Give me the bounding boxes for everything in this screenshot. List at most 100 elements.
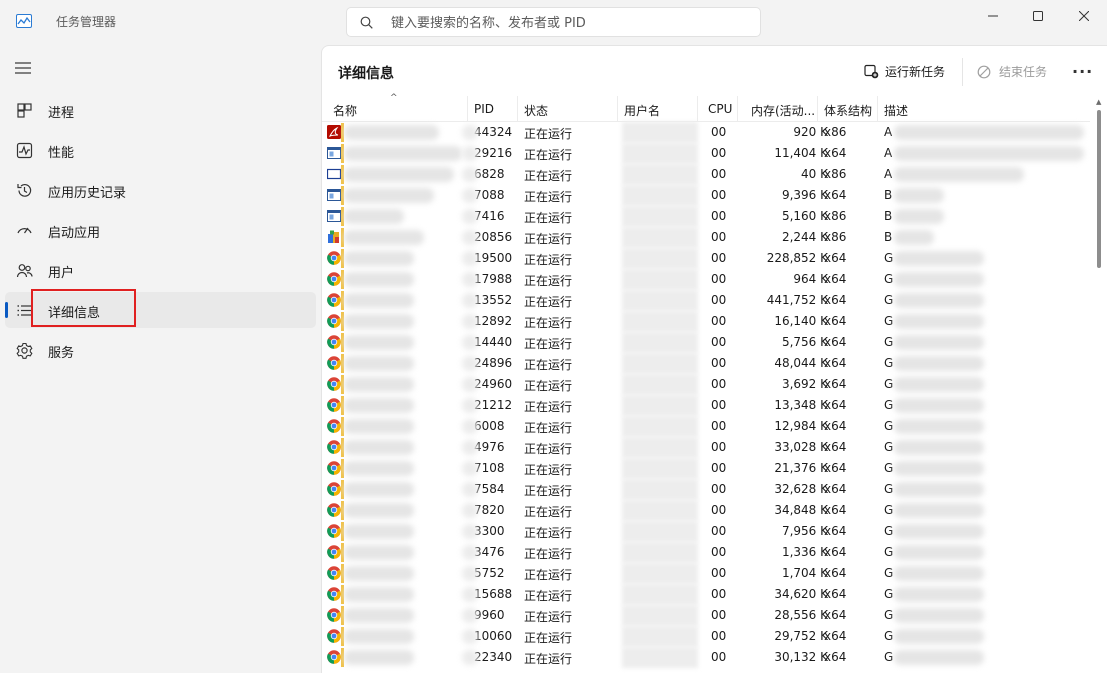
- column-header-architecture[interactable]: 体系结构: [824, 102, 872, 119]
- sidebar-item-users[interactable]: 用户: [5, 252, 316, 288]
- table-row[interactable]: 14440 正在运行 00 5,756 Kx64 G: [322, 332, 1090, 353]
- description-cell: A: [884, 146, 893, 160]
- scroll-up-arrow-icon[interactable]: ▲: [1096, 98, 1101, 106]
- table-row[interactable]: 10060 正在运行 00 29,752 Kx64 G: [322, 626, 1090, 647]
- column-header-username[interactable]: 用户名: [624, 102, 660, 119]
- chrome-icon: [327, 398, 341, 412]
- chrome-icon: [327, 272, 341, 286]
- table-row[interactable]: 5752 正在运行 00 1,704 Kx64 G: [322, 563, 1090, 584]
- vertical-scrollbar[interactable]: ▲: [1096, 96, 1102, 673]
- architecture-cell: x64: [824, 545, 847, 559]
- sidebar: 进程 性能 应用历史记录 启动应用 用户 详细信息 服务: [0, 44, 320, 673]
- column-divider[interactable]: [817, 96, 818, 122]
- description-cell: G: [884, 608, 894, 622]
- table-row[interactable]: 24896 正在运行 00 48,044 Kx64 G: [322, 353, 1090, 374]
- redacted-username: [622, 374, 698, 395]
- more-options-button[interactable]: ···: [1072, 62, 1092, 81]
- chrome-icon: [327, 503, 341, 517]
- redacted-process-name: [344, 335, 414, 350]
- search-input[interactable]: [391, 14, 751, 32]
- pid-cell: 7820: [474, 503, 505, 517]
- table-row[interactable]: 9960 正在运行 00 28,556 Kx64 G: [322, 605, 1090, 626]
- status-cell: 正在运行: [524, 190, 573, 204]
- description-cell: G: [884, 356, 894, 370]
- table-row[interactable]: 44324 正在运行 00 920 Kx86 A: [322, 122, 1090, 143]
- description-cell: G: [884, 566, 894, 580]
- column-divider[interactable]: [737, 96, 738, 122]
- table-row[interactable]: 7584 正在运行 00 32,628 Kx64 G: [322, 479, 1090, 500]
- cpu-cell: 00: [711, 419, 727, 433]
- column-header-name[interactable]: 名称: [333, 102, 357, 119]
- table-row[interactable]: 12892 正在运行 00 16,140 Kx64 G: [322, 311, 1090, 332]
- table-row[interactable]: 3300 正在运行 00 7,956 Kx64 G: [322, 521, 1090, 542]
- redacted-username: [622, 626, 698, 647]
- pid-cell: 6008: [474, 419, 505, 433]
- status-cell: 正在运行: [524, 400, 573, 414]
- table-row[interactable]: 7820 正在运行 00 34,848 Kx64 G: [322, 500, 1090, 521]
- table-row[interactable]: 4976 正在运行 00 33,028 Kx64 G: [322, 437, 1090, 458]
- sidebar-item-startup-apps[interactable]: 启动应用: [5, 212, 316, 248]
- memory-cell: 34,848 K: [774, 503, 828, 517]
- pid-cell: 29216: [474, 146, 513, 160]
- redacted-pid-digit: [462, 629, 478, 644]
- run-new-task-button[interactable]: 运行新任务: [864, 63, 945, 80]
- table-row[interactable]: 21212 正在运行 00 13,348 Kx64 G: [322, 395, 1090, 416]
- close-button[interactable]: [1061, 0, 1107, 32]
- chrome-icon: [327, 419, 341, 433]
- redacted-process-name: [344, 314, 414, 329]
- table-row[interactable]: 6828 正在运行 00 40 Kx86 A: [322, 164, 1090, 185]
- pid-cell: 7088: [474, 188, 505, 202]
- column-header-pid[interactable]: PID: [474, 102, 494, 116]
- column-divider[interactable]: [517, 96, 518, 122]
- architecture-cell: x64: [824, 251, 847, 265]
- scrollbar-thumb[interactable]: [1097, 110, 1101, 268]
- table-row[interactable]: 29216 正在运行 00 11,404 Kx64 A: [322, 143, 1090, 164]
- column-header-memory[interactable]: 内存(活动...: [751, 102, 815, 119]
- status-cell: 正在运行: [524, 253, 573, 267]
- table-row[interactable]: 6008 正在运行 00 12,984 Kx64 G: [322, 416, 1090, 437]
- column-header-cpu[interactable]: CPU: [708, 102, 732, 116]
- status-cell: 正在运行: [524, 169, 573, 183]
- sidebar-item-processes[interactable]: 进程: [5, 92, 316, 128]
- memory-cell: 21,376 K: [774, 461, 828, 475]
- redacted-pid-digit: [462, 335, 478, 350]
- column-divider[interactable]: [617, 96, 618, 122]
- table-row[interactable]: 24960 正在运行 00 3,692 Kx64 G: [322, 374, 1090, 395]
- table-row[interactable]: 13552 正在运行 00 441,752 Kx64 G: [322, 290, 1090, 311]
- end-task-button[interactable]: 结束任务: [977, 63, 1047, 80]
- table-row[interactable]: 3476 正在运行 00 1,336 Kx64 G: [322, 542, 1090, 563]
- table-row[interactable]: 7108 正在运行 00 21,376 Kx64 G: [322, 458, 1090, 479]
- status-cell: 正在运行: [524, 232, 573, 246]
- sidebar-item-performance[interactable]: 性能: [5, 132, 316, 168]
- table-row[interactable]: 7088 正在运行 00 9,396 Kx64 B: [322, 185, 1090, 206]
- column-divider[interactable]: [697, 96, 698, 122]
- sidebar-item-services[interactable]: 服务: [5, 332, 316, 368]
- redacted-username: [622, 458, 698, 479]
- maximize-button[interactable]: [1015, 0, 1061, 32]
- search-icon: [360, 16, 373, 29]
- sidebar-item-app-history[interactable]: 应用历史记录: [5, 172, 316, 208]
- description-cell: A: [884, 167, 893, 181]
- table-row[interactable]: 19500 正在运行 00 228,852 Kx64 G: [322, 248, 1090, 269]
- architecture-cell: x64: [824, 608, 847, 622]
- redacted-pid-digit: [462, 587, 478, 602]
- architecture-cell: x64: [824, 524, 847, 538]
- redacted-pid-digit: [462, 230, 478, 245]
- table-row[interactable]: 15688 正在运行 00 34,620 Kx64 G: [322, 584, 1090, 605]
- column-divider[interactable]: [467, 96, 468, 122]
- column-header-description[interactable]: 描述: [884, 102, 908, 119]
- redacted-process-name: [344, 167, 454, 182]
- minimize-button[interactable]: [970, 0, 1016, 32]
- table-row[interactable]: 17988 正在运行 00 964 Kx64 G: [322, 269, 1090, 290]
- table-row[interactable]: 7416 正在运行 00 5,160 Kx86 B: [322, 206, 1090, 227]
- cpu-cell: 00: [711, 146, 727, 160]
- hamburger-menu-icon[interactable]: [14, 61, 32, 75]
- column-header-status[interactable]: 状态: [524, 102, 548, 119]
- column-divider[interactable]: [877, 96, 878, 122]
- close-icon: [1079, 11, 1089, 21]
- search-box[interactable]: [346, 7, 761, 37]
- status-cell: 正在运行: [524, 421, 573, 435]
- table-row[interactable]: 22340 正在运行 00 30,132 Kx64 G: [322, 647, 1090, 668]
- table-row[interactable]: 20856 正在运行 00 2,244 Kx86 B: [322, 227, 1090, 248]
- cpu-cell: 00: [711, 650, 727, 664]
